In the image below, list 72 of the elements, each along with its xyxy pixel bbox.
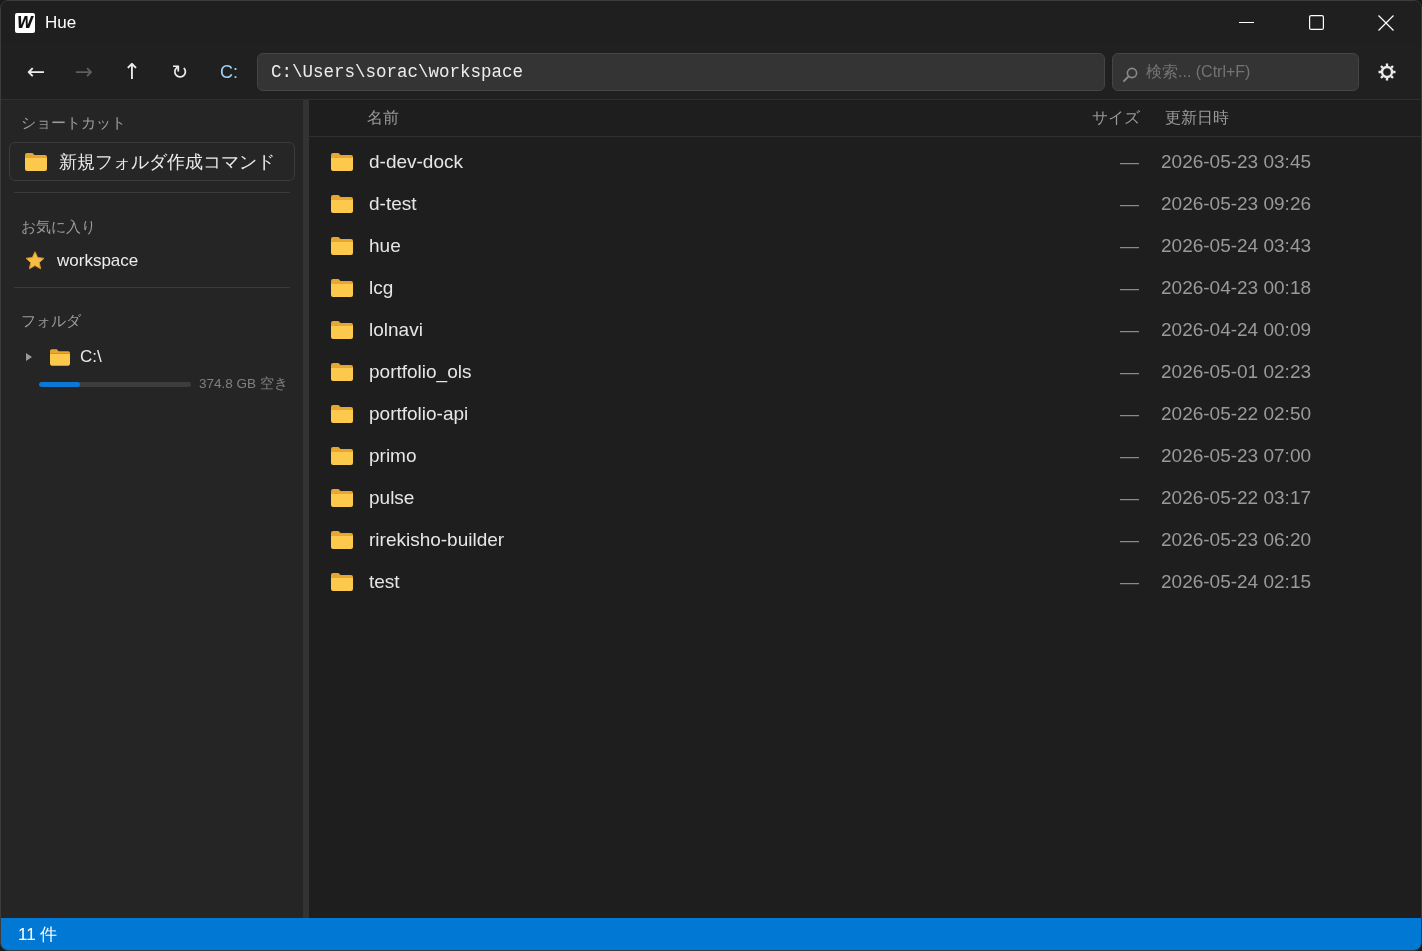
app-logo: W <box>15 12 35 33</box>
file-name[interactable]: hue <box>369 235 401 257</box>
file-name[interactable]: test <box>369 571 400 593</box>
file-date: 2026-05-23 09:26 <box>1161 193 1311 215</box>
file-size: — <box>1120 277 1139 299</box>
file-size: — <box>1120 403 1139 425</box>
folder-icon <box>331 153 353 171</box>
folder-icon <box>331 363 353 381</box>
close-icon <box>1378 14 1394 31</box>
file-size: — <box>1120 151 1139 173</box>
column-header[interactable]: 更新日時 <box>1165 107 1229 129</box>
folder-icon <box>331 573 353 591</box>
folder-icon <box>331 405 353 423</box>
caret-icon[interactable] <box>26 353 32 361</box>
file-size: — <box>1120 487 1139 509</box>
file-size: — <box>1120 319 1139 341</box>
folder-icon <box>331 447 353 465</box>
file-date: 2026-04-23 00:18 <box>1161 277 1311 299</box>
file-name[interactable]: lolnavi <box>369 319 423 341</box>
file-size: — <box>1120 235 1139 257</box>
section-title: フォルダ <box>20 311 82 331</box>
tree-item[interactable]: C:\ <box>80 347 102 367</box>
folder-icon <box>25 152 47 171</box>
star-icon <box>25 251 45 271</box>
folder-icon <box>331 279 353 297</box>
file-size: — <box>1120 529 1139 551</box>
item-count: 11 件 <box>18 923 58 946</box>
file-size: — <box>1120 445 1139 467</box>
file-name[interactable]: d-test <box>369 193 417 215</box>
search-field[interactable]: 検索... (Ctrl+F) <box>1112 52 1359 91</box>
file-name[interactable]: rirekisho-builder <box>369 529 505 551</box>
folder-icon <box>331 489 353 507</box>
folder-icon <box>331 237 353 255</box>
search-icon <box>1123 66 1138 82</box>
file-date: 2026-05-23 06:20 <box>1161 529 1311 551</box>
file-date: 2026-05-01 02:23 <box>1161 361 1311 383</box>
refresh-button[interactable]: ↻ <box>156 51 204 92</box>
file-name[interactable]: primo <box>369 445 417 467</box>
drive-button[interactable]: C: <box>204 51 254 92</box>
folder-icon <box>331 321 353 339</box>
path-field[interactable]: C:\Users\sorac\workspace <box>257 52 1105 91</box>
file-name[interactable]: portfolio-api <box>369 403 469 425</box>
file-name[interactable]: lcg <box>369 277 394 299</box>
back-button[interactable]: ← <box>12 51 60 92</box>
folder-icon <box>331 195 353 213</box>
file-date: 2026-05-22 03:17 <box>1161 487 1311 509</box>
file-size: — <box>1120 571 1139 593</box>
file-date: 2026-05-24 02:15 <box>1161 571 1311 593</box>
settings-icon <box>1378 62 1396 81</box>
shortcut-button[interactable]: 新規フォルダ作成コマンド <box>9 142 295 181</box>
maximize-icon <box>1308 15 1324 30</box>
file-size: — <box>1120 361 1139 383</box>
file-name[interactable]: portfolio_ols <box>369 361 472 383</box>
favorite-link[interactable]: workspace <box>57 251 139 271</box>
file-name[interactable]: d-dev-dock <box>369 151 463 173</box>
minimize-icon <box>1238 22 1254 23</box>
up-button[interactable]: ↑ <box>108 51 156 92</box>
file-date: 2026-04-24 00:09 <box>1161 319 1311 341</box>
column-header[interactable]: 名前 <box>367 107 399 129</box>
file-date: 2026-05-23 03:45 <box>1161 151 1311 173</box>
file-date: 2026-05-22 02:50 <box>1161 403 1311 425</box>
free-space-label: 374.8 GB 空き <box>199 375 288 393</box>
file-date: 2026-05-24 03:43 <box>1161 235 1311 257</box>
section-title: ショートカット <box>20 113 127 133</box>
folder-icon <box>50 348 70 366</box>
section-title: お気に入り <box>20 217 97 237</box>
folder-icon <box>331 531 353 549</box>
window-title: Hue <box>45 12 77 33</box>
file-size: — <box>1120 193 1139 215</box>
file-date: 2026-05-23 07:00 <box>1161 445 1311 467</box>
file-name[interactable]: pulse <box>369 487 415 509</box>
column-header[interactable]: サイズ <box>1092 107 1140 129</box>
